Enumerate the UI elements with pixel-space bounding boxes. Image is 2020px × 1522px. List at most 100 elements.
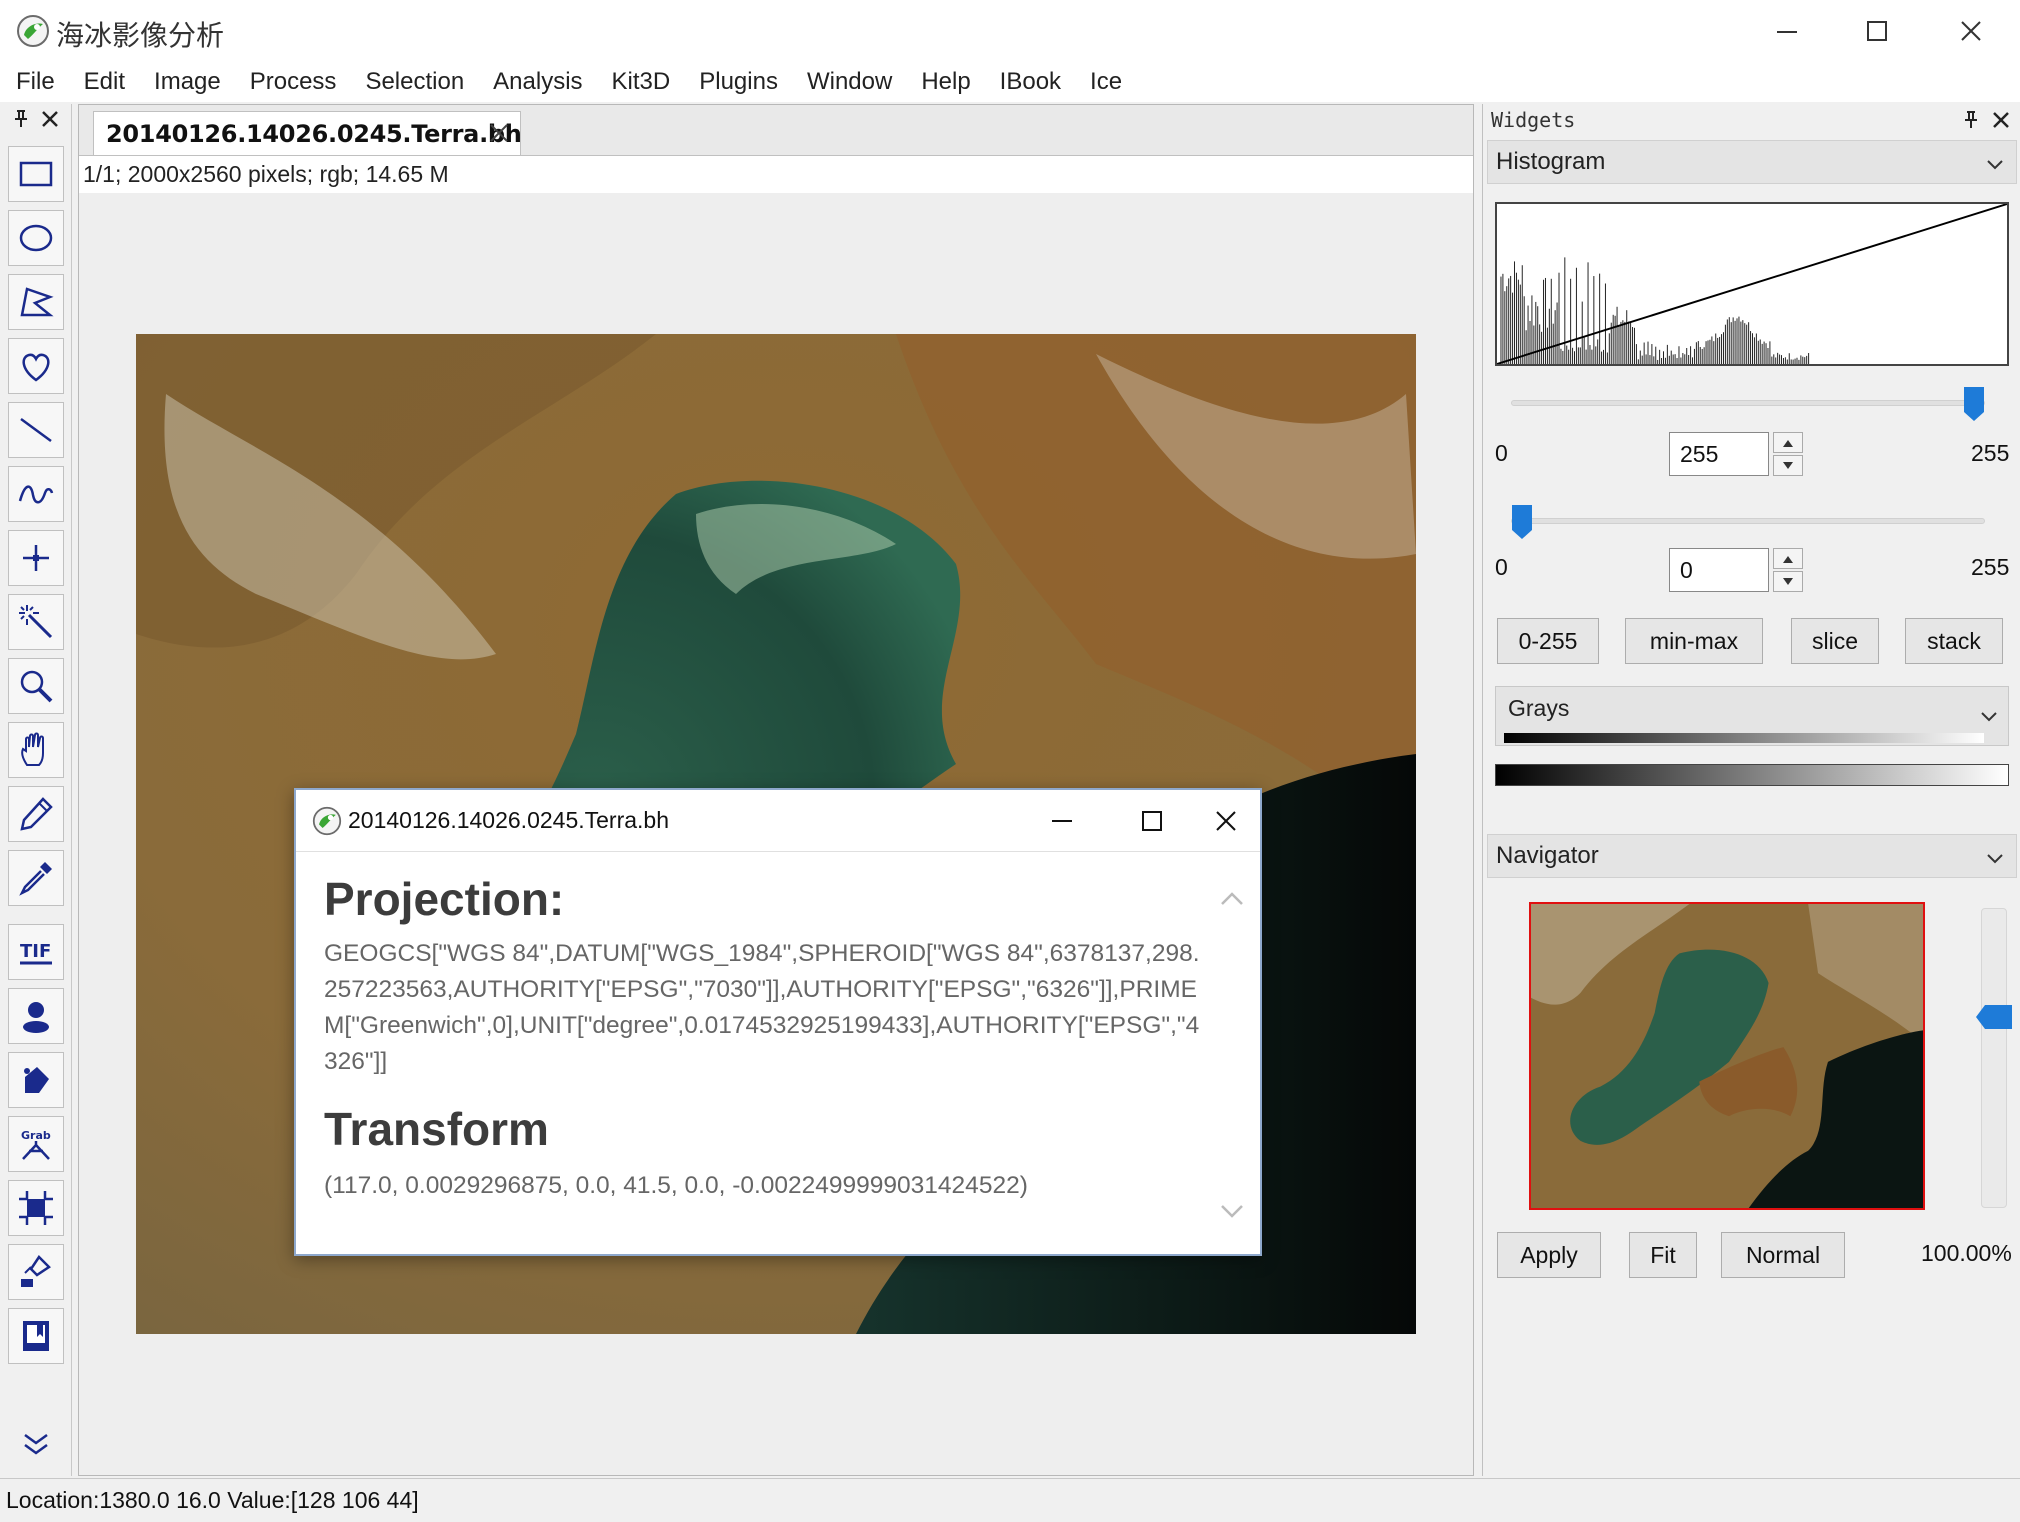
svg-text:TIF: TIF	[20, 941, 51, 962]
line-icon	[20, 417, 52, 443]
more-icon	[24, 1433, 48, 1455]
menu-window[interactable]: Window	[807, 68, 892, 96]
apply-button[interactable]: Apply	[1497, 1232, 1601, 1278]
menu-analysis[interactable]: Analysis	[493, 68, 582, 96]
tool-book[interactable]	[8, 1308, 64, 1364]
navigator-section-label: Navigator	[1496, 842, 1599, 869]
menu-help[interactable]: Help	[921, 68, 970, 96]
menu-image[interactable]: Image	[154, 68, 221, 96]
bucket-icon	[24, 1067, 49, 1093]
tool-bucket[interactable]	[8, 1052, 64, 1108]
tool-line[interactable]	[8, 402, 64, 458]
tool-polygon[interactable]	[8, 274, 64, 330]
image-info-dialog: 20140126.14026.0245.Terra.bh Projection:…	[294, 788, 1262, 1256]
transform-heading: Transform	[324, 1103, 549, 1155]
tool-freehand[interactable]	[8, 338, 64, 394]
max-slider-min-label: 0	[1495, 440, 1508, 466]
close-icon[interactable]	[488, 122, 510, 144]
tool-wand[interactable]	[8, 594, 64, 650]
tool-tif[interactable]: TIF	[8, 924, 64, 980]
max-slider-thumb[interactable]	[1963, 386, 1985, 422]
close-icon[interactable]	[40, 109, 60, 129]
point-icon	[23, 545, 49, 571]
tool-color-picker[interactable]	[8, 850, 64, 906]
max-value-spinner[interactable]	[1773, 432, 1803, 476]
tool-grab[interactable]: Grab	[8, 1116, 64, 1172]
close-icon[interactable]	[1991, 110, 2011, 130]
max-slider-max-label: 255	[1971, 440, 2010, 466]
dialog-body: Projection: GEOGCS["WGS 84",DATUM["WGS_1…	[324, 872, 1204, 1204]
stack-button[interactable]: stack	[1905, 618, 2003, 664]
navigator-section-header[interactable]: Navigator	[1487, 834, 2017, 878]
tool-crop[interactable]	[8, 1180, 64, 1236]
spin-down-button[interactable]	[1773, 571, 1803, 592]
min-slider-thumb[interactable]	[1511, 504, 1533, 540]
slice-button[interactable]: slice	[1791, 618, 1879, 664]
histogram-plot	[1495, 202, 2009, 366]
zoom-level: 100.00%	[1921, 1240, 2012, 1266]
lut-select[interactable]: Grays	[1495, 686, 2009, 746]
menu-ice[interactable]: Ice	[1090, 68, 1122, 96]
pin-icon[interactable]	[11, 109, 31, 129]
spin-down-button[interactable]	[1773, 455, 1803, 476]
min-slider-track[interactable]	[1511, 518, 1985, 524]
menu-kit3d[interactable]: Kit3D	[612, 68, 671, 96]
fit-button[interactable]: Fit	[1629, 1232, 1697, 1278]
image-info: 1/1; 2000x2560 pixels; rgb; 14.65 M	[79, 155, 1473, 193]
dialog-close-button[interactable]	[1196, 800, 1256, 842]
menu-edit[interactable]: Edit	[84, 68, 125, 96]
document-tab[interactable]: 20140126.14026.0245.Terra.bh	[93, 111, 522, 155]
maximize-button[interactable]	[1832, 8, 1922, 54]
paint-icon	[21, 1255, 51, 1287]
max-slider-track[interactable]	[1511, 400, 1985, 406]
pin-icon[interactable]	[1961, 110, 1981, 130]
spin-up-button[interactable]	[1773, 432, 1803, 453]
freeline-icon	[18, 485, 54, 504]
menu-ibook[interactable]: IBook	[1000, 68, 1061, 96]
scroll-down-icon[interactable]	[1218, 1196, 1246, 1224]
min-value-spinner[interactable]	[1773, 548, 1803, 592]
scroll-up-icon[interactable]	[1218, 886, 1246, 914]
lut-preview	[1504, 733, 1984, 743]
maximize-icon	[1142, 811, 1162, 831]
navigator-zoom-slider-thumb[interactable]	[1975, 1004, 2013, 1030]
menu-selection[interactable]: Selection	[365, 68, 464, 96]
tool-user[interactable]	[8, 988, 64, 1044]
menu-process[interactable]: Process	[250, 68, 337, 96]
tool-freeline[interactable]	[8, 466, 64, 522]
spin-up-button[interactable]	[1773, 548, 1803, 569]
histogram-section-label: Histogram	[1496, 148, 1606, 175]
min-max-button[interactable]: min-max	[1625, 618, 1763, 664]
tool-point[interactable]	[8, 530, 64, 586]
tool-hand[interactable]	[8, 722, 64, 778]
dialog-minimize-button[interactable]	[1032, 800, 1092, 842]
tool-rectangle[interactable]	[8, 146, 64, 202]
max-value-input[interactable]: 255	[1669, 432, 1769, 476]
pencil-icon	[20, 797, 53, 831]
close-button[interactable]	[1926, 8, 2016, 54]
menu-file[interactable]: File	[16, 68, 55, 96]
oval-select-icon	[19, 224, 53, 252]
tool-pencil[interactable]	[8, 786, 64, 842]
minimize-button[interactable]	[1742, 8, 1832, 54]
menu-plugins[interactable]: Plugins	[699, 68, 778, 96]
widgets-title: Widgets	[1491, 108, 1576, 132]
tool-more[interactable]	[8, 1414, 64, 1470]
range-0-255-button[interactable]: 0-255	[1497, 618, 1599, 664]
close-icon	[1961, 21, 1981, 41]
histogram-section-header[interactable]: Histogram	[1487, 140, 2017, 184]
svg-text:Grab: Grab	[21, 1129, 51, 1142]
navigator-zoom-slider-track[interactable]	[1981, 908, 2007, 1208]
projection-text: GEOGCS["WGS 84",DATUM["WGS_1984",SPHEROI…	[324, 940, 1200, 1075]
tool-oval[interactable]	[8, 210, 64, 266]
min-value-input[interactable]: 0	[1669, 548, 1769, 592]
dialog-maximize-button[interactable]	[1122, 800, 1182, 842]
dialog-title-bar[interactable]: 20140126.14026.0245.Terra.bh	[296, 790, 1260, 852]
tool-zoom[interactable]	[8, 658, 64, 714]
widgets-panel: Widgets Histogram 0 255 255 0 0 255 0-25…	[1482, 104, 2020, 1476]
menu-bar: File Edit Image Process Selection Analys…	[0, 62, 2020, 102]
normal-button[interactable]: Normal	[1721, 1232, 1845, 1278]
navigator-thumbnail[interactable]	[1529, 902, 1925, 1210]
hand-icon	[21, 732, 44, 766]
tool-paint[interactable]	[8, 1244, 64, 1300]
